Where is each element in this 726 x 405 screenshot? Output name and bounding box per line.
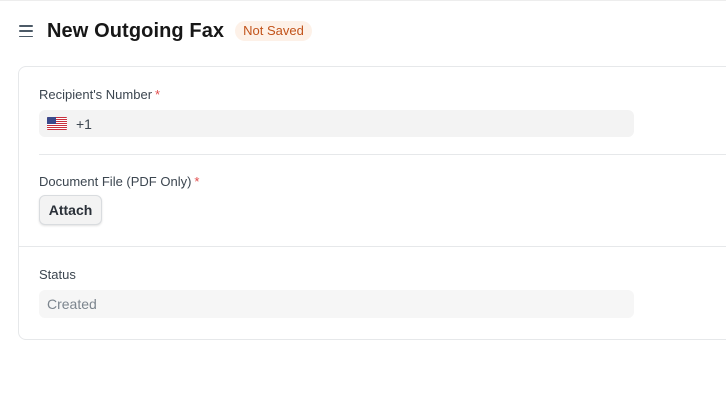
section-divider — [39, 154, 726, 155]
page-title: New Outgoing Fax — [47, 19, 225, 42]
document-file-label: Document File (PDF Only) * — [39, 174, 199, 189]
status-field: Created — [39, 290, 634, 318]
section-divider — [19, 246, 726, 247]
hamburger-menu-icon[interactable] — [19, 24, 33, 38]
dial-code: +1 — [76, 115, 92, 132]
form-card: Recipient's Number * +1 Document File (PD… — [18, 66, 726, 340]
status-label: Status — [39, 267, 76, 282]
attach-button[interactable]: Attach — [39, 195, 102, 225]
recipient-number-input[interactable]: +1 — [39, 110, 634, 137]
us-flag-icon[interactable] — [47, 117, 67, 130]
required-marker: * — [194, 174, 200, 189]
page-header: New Outgoing Fax Not Saved — [19, 17, 312, 45]
required-marker: * — [155, 87, 161, 102]
top-border — [0, 0, 726, 1]
recipient-number-label-text: Recipient's Number — [39, 87, 153, 102]
recipient-number-label: Recipient's Number * — [39, 87, 160, 102]
status-badge: Not Saved — [235, 21, 312, 41]
document-file-label-text: Document File (PDF Only) — [39, 174, 192, 189]
